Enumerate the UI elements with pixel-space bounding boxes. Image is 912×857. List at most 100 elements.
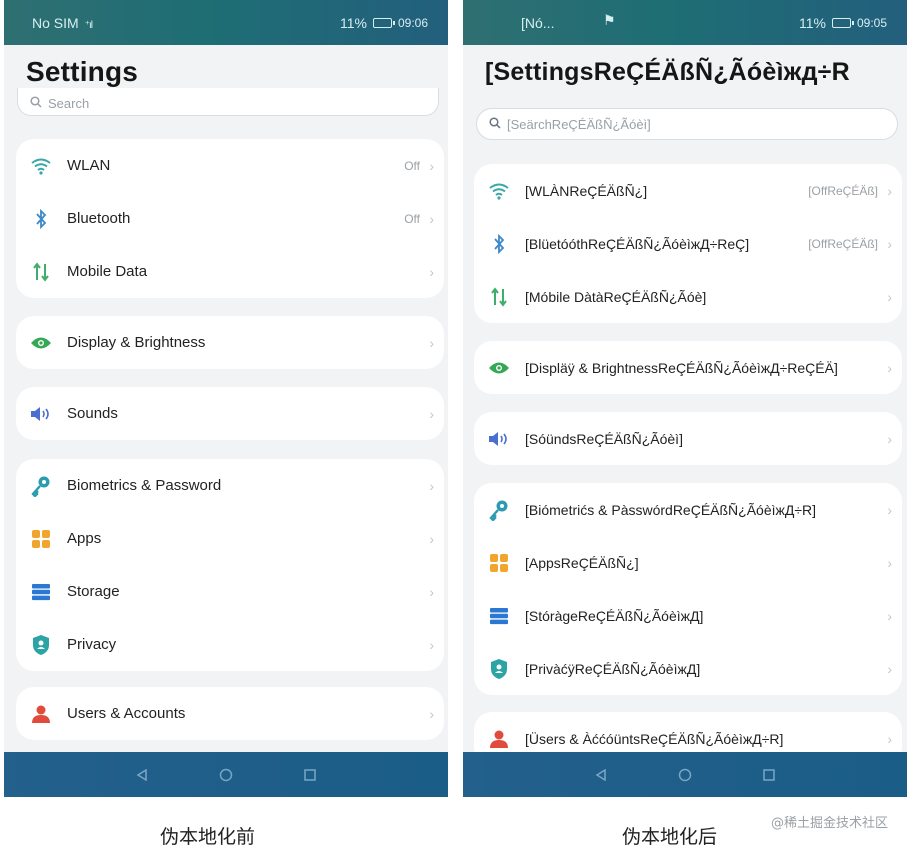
chevron-right-icon: › [429,157,434,174]
settings-item-label: Biometrics & Password [67,477,222,494]
apps-grid-icon [29,527,53,551]
settings-group-sounds: Sounds › [16,387,444,440]
chevron-right-icon: › [429,530,434,547]
search-placeholder: Search [48,96,90,111]
carrier-label: [Nó... [521,15,555,31]
settings-item-label: Display & Brightness [67,334,206,351]
settings-item-wlan[interactable]: [WLÀNReÇÉÄßÑ¿] [OffReÇÉÄß] › [474,164,902,217]
battery-icon [372,18,395,28]
chevron-right-icon: › [429,263,434,280]
settings-item-label: Sounds [67,405,118,422]
chevron-right-icon: › [887,554,892,571]
settings-group-display: Display & Brightness › [16,316,444,369]
chevron-right-icon: › [887,730,892,747]
nav-home-icon[interactable] [219,768,233,782]
nav-back-icon[interactable] [135,768,149,782]
settings-item-label: WLAN [67,157,111,174]
settings-item-display[interactable]: [Displäÿ & BrightnessReÇÉÄßÑ¿ÃóèìжД÷ReÇÉ… [474,341,902,394]
mobile-data-icon [29,260,53,284]
battery-icon [831,18,854,28]
settings-item-apps[interactable]: [AppsReÇÉÄßÑ¿] › [474,536,902,589]
bluetooth-icon [29,207,53,231]
page-title: Settings [26,56,139,87]
status-right: 11% 09:06 [340,15,428,31]
wifi-icon [487,179,511,203]
settings-item-sounds[interactable]: Sounds › [16,387,444,440]
bluetooth-icon [487,232,511,256]
speaker-icon [29,402,53,426]
settings-item-value: [OffReÇÉÄß] [808,183,878,198]
nav-home-icon[interactable] [678,768,692,782]
settings-item-label: Users & Accounts [67,705,186,722]
settings-item-label: [BlüetóóthReÇÉÄßÑ¿ÃóèìжД÷ReÇ] [525,235,750,252]
settings-item-apps[interactable]: Apps › [16,512,444,565]
settings-item-value: Off [404,158,420,173]
settings-item-users[interactable]: Users & Accounts › [16,687,444,740]
settings-item-privacy[interactable]: [PrivàćÿReÇÉÄßÑ¿ÃóèìжД] › [474,642,902,695]
user-icon [29,702,53,726]
chevron-right-icon: › [429,636,434,653]
search-input[interactable]: Search [17,88,439,116]
chevron-right-icon: › [887,660,892,677]
settings-item-biometrics[interactable]: [Biómetrićs & PàsswórdReÇÉÄßÑ¿ÃóèìжД÷R] … [474,483,902,536]
settings-group-sounds: [SóündsReÇÉÄßÑ¿Ãóèì] › [474,412,902,465]
settings-item-privacy[interactable]: Privacy › [16,618,444,671]
chevron-right-icon: › [429,210,434,227]
settings-item-bluetooth[interactable]: [BlüetóóthReÇÉÄßÑ¿ÃóèìжД÷ReÇ] [OffReÇÉÄß… [474,217,902,270]
settings-item-label: Privacy [67,636,117,653]
settings-group-accounts: Users & Accounts › [16,687,444,740]
settings-item-display[interactable]: Display & Brightness › [16,316,444,369]
nav-recents-icon[interactable] [762,768,776,782]
search-input[interactable]: [SeärchReÇÉÄßÑ¿Ãóèì] [476,108,898,140]
flag-icon: ⚑ [603,12,616,28]
settings-item-label: Apps [67,530,102,547]
settings-item-label: Bluetooth [67,210,131,227]
eye-icon [29,331,53,355]
page-title: [SettingsReÇÉÄßÑ¿Ãóèìжд÷R [485,58,850,86]
privacy-shield-icon [29,633,53,657]
settings-item-storage[interactable]: Storage › [16,565,444,618]
settings-item-bluetooth[interactable]: Bluetooth Off › [16,192,444,245]
chevron-right-icon: › [429,477,434,494]
settings-item-label: Storage [67,583,120,600]
chevron-right-icon: › [429,583,434,600]
settings-item-storage[interactable]: [StóràgeReÇÉÄßÑ¿ÃóèìжД] › [474,589,902,642]
settings-item-label: [Biómetrićs & PàsswórdReÇÉÄßÑ¿ÃóèìжД÷R] [525,501,817,518]
settings-item-mobile-data[interactable]: Mobile Data › [16,245,444,298]
chevron-right-icon: › [887,235,892,252]
watermark: @稀土掘金技术社区 [770,816,888,831]
settings-item-wlan[interactable]: WLAN Off › [16,139,444,192]
settings-item-sounds[interactable]: [SóündsReÇÉÄßÑ¿Ãóèì] › [474,412,902,465]
nav-back-icon[interactable] [594,768,608,782]
navigation-bar [4,752,448,797]
caption-before: 伪本地化前 [160,826,256,848]
key-icon [487,498,511,522]
caption-after: 伪本地化后 [622,826,718,848]
nav-recents-icon[interactable] [303,768,317,782]
chevron-right-icon: › [887,182,892,199]
battery-percent: 11% [798,15,826,31]
storage-icon [487,604,511,628]
chevron-right-icon: › [887,607,892,624]
battery-percent: 11% [339,15,367,31]
eye-icon [487,356,511,380]
wifi-icon [29,154,53,178]
settings-item-label: [Móbile DàtàReÇÉÄßÑ¿Ãóè] [525,288,707,305]
search-icon [30,96,42,111]
chevron-right-icon: › [887,359,892,376]
chevron-right-icon: › [887,501,892,518]
chevron-right-icon: › [429,334,434,351]
chevron-right-icon: › [887,430,892,447]
settings-item-label: [PrivàćÿReÇÉÄßÑ¿ÃóèìжД] [525,660,701,677]
settings-item-mobile-data[interactable]: [Móbile DàtàReÇÉÄßÑ¿Ãóè] › [474,270,902,323]
settings-item-biometrics[interactable]: Biometrics & Password › [16,459,444,512]
phone-after: [Nó... ⚑ 11% 09:05 [SettingsReÇÉÄßÑ¿Ãóèì… [463,0,907,797]
settings-group-security: [Biómetrićs & PàsswórdReÇÉÄßÑ¿ÃóèìжД÷R] … [474,483,902,695]
settings-group-security: Biometrics & Password › Apps › Storage ›… [16,459,444,671]
comparison-canvas: No SIM ⁺ıl 11% 09:06 Settings Search WLAN… [0,0,912,857]
settings-group-display: [Displäÿ & BrightnessReÇÉÄßÑ¿ÃóèìжД÷ReÇÉ… [474,341,902,394]
chevron-right-icon: › [429,705,434,722]
settings-item-label: [AppsReÇÉÄßÑ¿] [525,554,639,571]
search-placeholder: [SeärchReÇÉÄßÑ¿Ãóèì] [507,116,651,132]
clock: 09:05 [856,16,887,30]
